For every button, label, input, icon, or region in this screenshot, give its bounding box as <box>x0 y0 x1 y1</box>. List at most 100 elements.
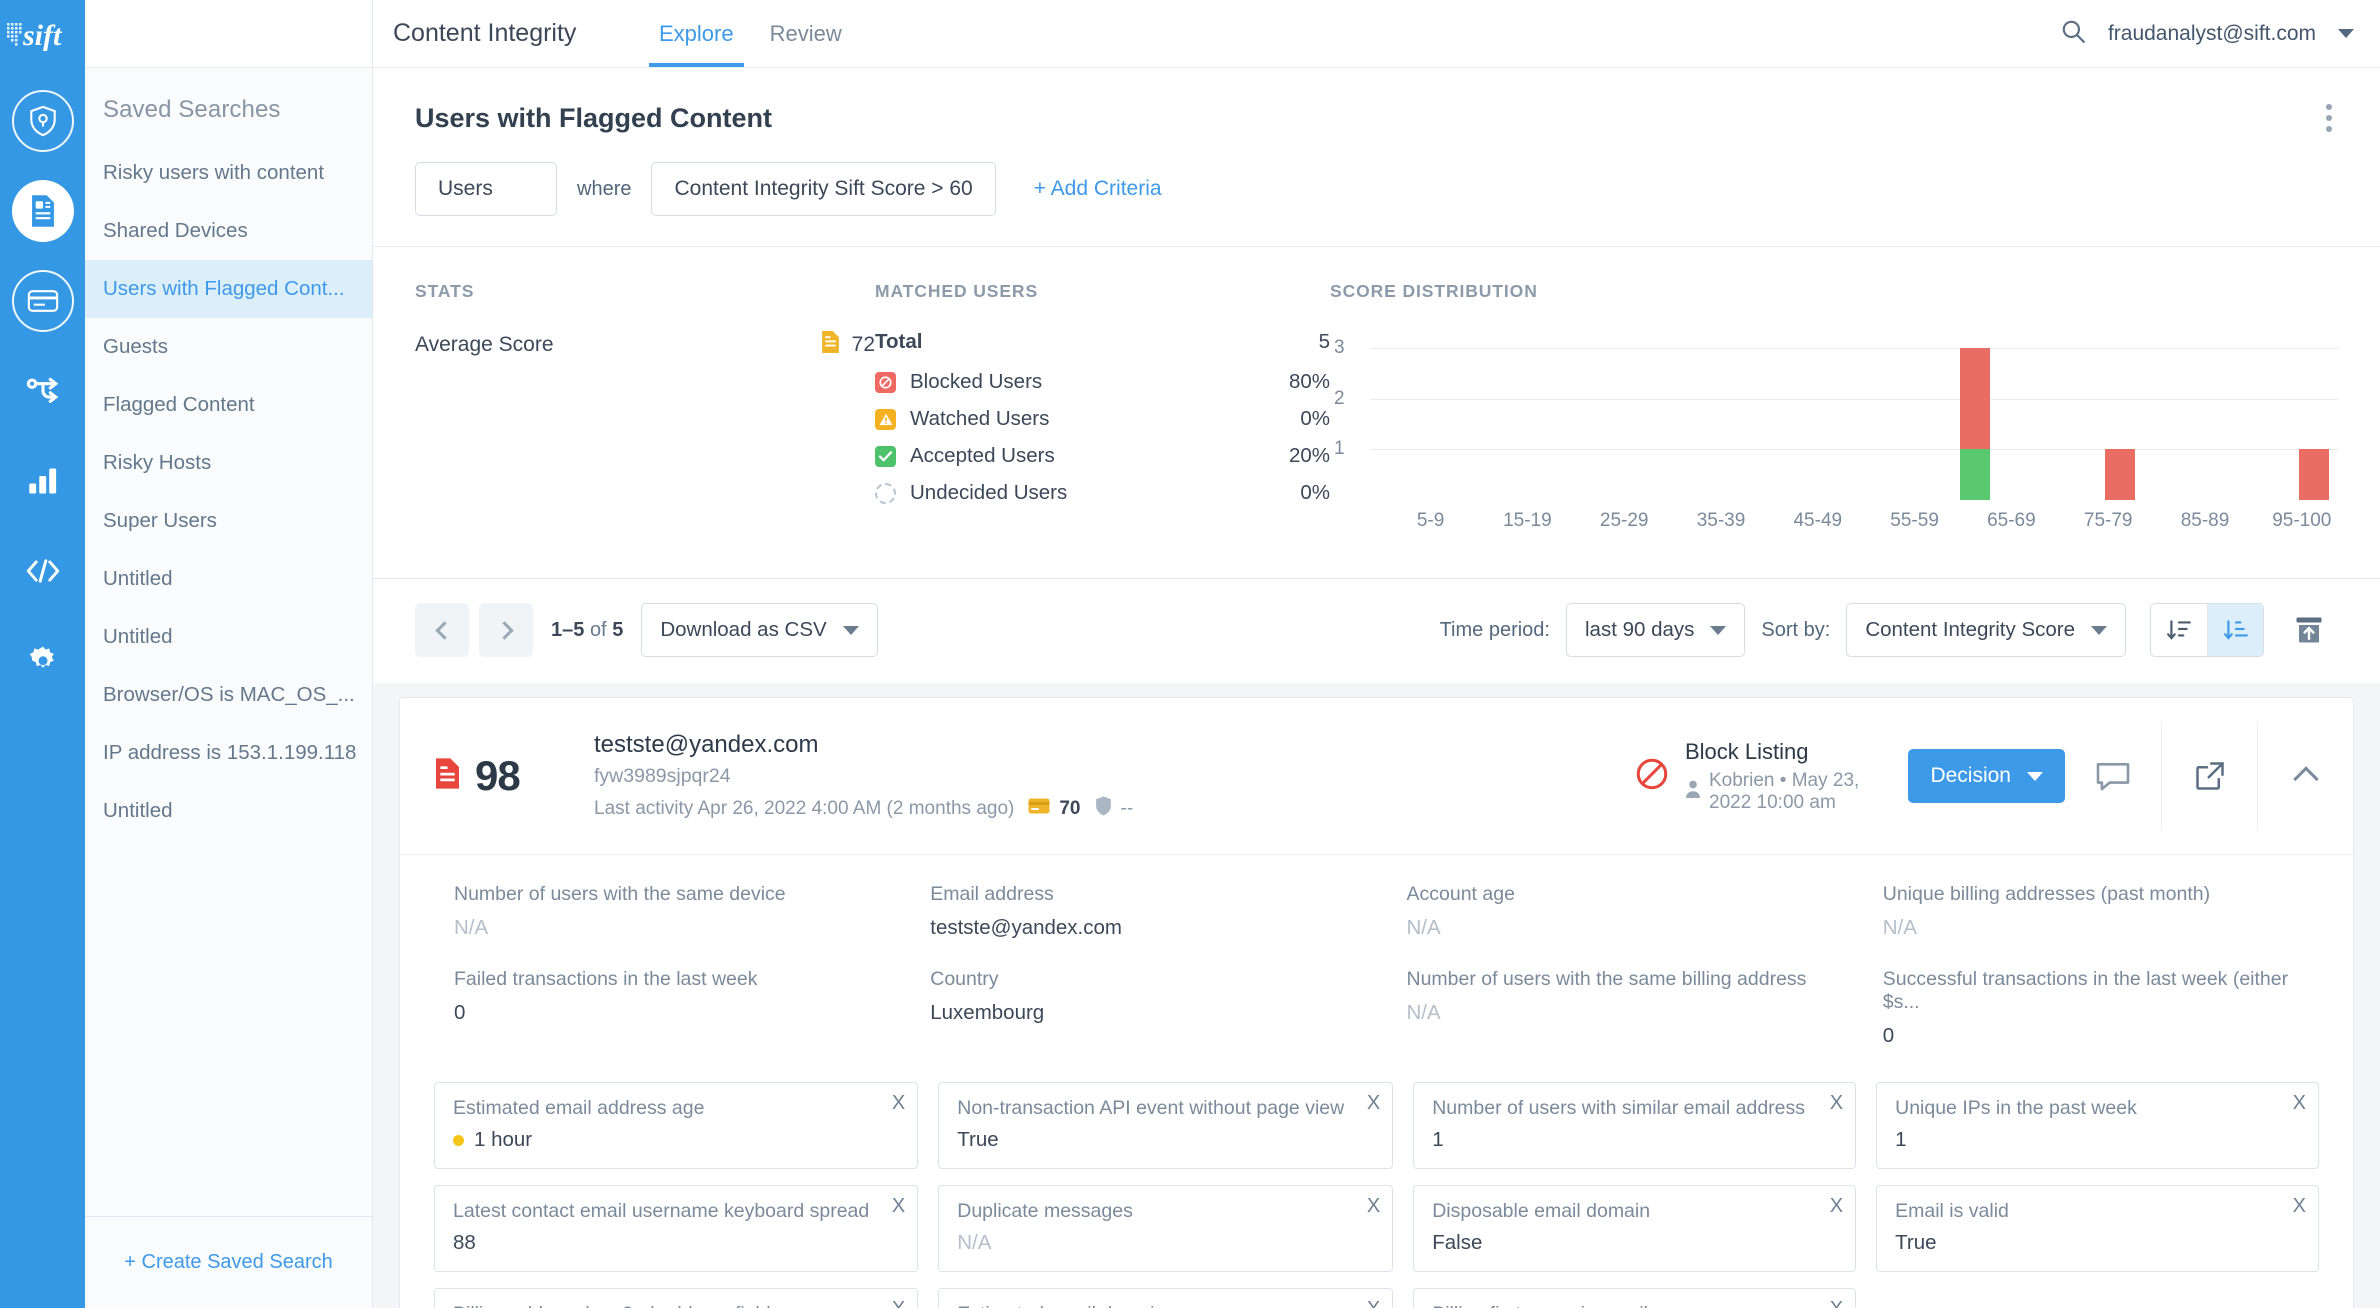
content-flag-icon <box>434 757 461 795</box>
svg-text:sift: sift <box>22 19 63 51</box>
attribute-value: 1 <box>1895 1128 1906 1152</box>
collapse-card-button[interactable] <box>2257 722 2353 830</box>
user-email[interactable]: testste@yandex.com <box>594 731 1635 759</box>
attribute-card: XDuplicate messagesN/A <box>938 1185 1393 1272</box>
add-attribute-button[interactable]: + Add Attribute <box>1876 1288 2319 1308</box>
sidebar-item[interactable]: Flagged Content <box>85 376 372 434</box>
remove-attribute-button[interactable]: X <box>1367 1196 1380 1216</box>
remove-attribute-button[interactable]: X <box>1830 1196 1843 1216</box>
rail-item-developer[interactable] <box>12 540 74 602</box>
attribute-key: Unique billing addresses (past month) <box>1883 883 2319 906</box>
open-external-button[interactable] <box>2161 722 2257 830</box>
time-period-select[interactable]: last 90 days <box>1566 603 1745 657</box>
create-saved-search-button[interactable]: + Create Saved Search <box>124 1251 332 1274</box>
remove-attribute-button[interactable]: X <box>2293 1196 2306 1216</box>
remove-attribute-button[interactable]: X <box>1830 1299 1843 1308</box>
stats-section-label: STATS <box>415 281 875 302</box>
sidebar-item[interactable]: Risky users with content <box>85 144 372 202</box>
payment-score-value: 70 <box>1059 798 1080 820</box>
sort-by-select[interactable]: Content Integrity Score <box>1846 603 2126 657</box>
user-email-label[interactable]: fraudanalyst@sift.com <box>2108 22 2316 46</box>
chart-bars <box>1370 330 2338 500</box>
payment-score-chip: 70 <box>1028 798 1080 820</box>
remove-attribute-button[interactable]: X <box>892 1093 905 1113</box>
rail-item-analytics[interactable] <box>12 450 74 512</box>
next-page-button[interactable] <box>479 603 533 657</box>
user-result-card: 98 testste@yandex.com fyw3989sjpqr24 Las… <box>399 697 2354 1308</box>
matched-row-value: 0% <box>1300 481 1330 505</box>
matched-row-label-wrap: Watched Users <box>875 407 1300 431</box>
sidebar-item[interactable]: Shared Devices <box>85 202 372 260</box>
sidebar-item[interactable]: Risky Hosts <box>85 434 372 492</box>
sidebar-item[interactable]: Super Users <box>85 492 372 550</box>
remove-attribute-button[interactable]: X <box>892 1196 905 1216</box>
remove-attribute-button[interactable]: X <box>2293 1093 2306 1113</box>
sift-logo[interactable]: sift <box>0 0 85 68</box>
user-card-body: Number of users with the same deviceN/A E… <box>400 855 2353 1308</box>
remove-attribute-button[interactable]: X <box>1830 1093 1843 1113</box>
time-period-value: last 90 days <box>1585 618 1694 642</box>
criteria-chip[interactable]: Content Integrity Sift Score > 60 <box>651 162 995 216</box>
attribute-card: XNon-transaction API event without page … <box>938 1082 1393 1169</box>
chevron-down-icon[interactable] <box>2338 29 2354 38</box>
attribute-field: Number of users with the same billing ad… <box>1387 968 1843 1076</box>
attribute-value-wrap: 1 <box>1895 1128 2300 1152</box>
attribute-value: True <box>1895 1231 1936 1255</box>
chevron-down-icon <box>2091 626 2107 635</box>
sidebar-item[interactable]: Users with Flagged Cont... <box>85 260 372 318</box>
chevron-right-icon <box>495 621 513 639</box>
add-criteria-button[interactable]: + Add Criteria <box>1034 177 1162 201</box>
attribute-key: Duplicate messages <box>957 1200 1374 1223</box>
attribute-card: XUnique IPs in the past week1 <box>1876 1082 2319 1169</box>
sidebar-item-label: Shared Devices <box>103 219 248 243</box>
attribute-key: Number of users with the same billing ad… <box>1407 968 1843 991</box>
decision-button[interactable]: Decision <box>1908 749 2065 803</box>
shield-icon <box>1095 796 1112 822</box>
sidebar-item[interactable]: Guests <box>85 318 372 376</box>
rail-item-workflows[interactable] <box>12 360 74 422</box>
matched-row: Watched Users0% <box>875 407 1330 431</box>
sidebar-item[interactable]: Untitled <box>85 782 372 840</box>
download-csv-button[interactable]: Download as CSV <box>641 603 877 657</box>
sidebar-item-label: Risky users with content <box>103 161 324 185</box>
sidebar-item[interactable]: IP address is 153.1.199.118 <box>85 724 372 782</box>
chevron-down-icon <box>2027 772 2043 781</box>
decision-text: Block Listing Kobrien • May 23, 2022 10:… <box>1685 739 1892 814</box>
plain-attribute-grid: Number of users with the same deviceN/AE… <box>434 883 2319 1076</box>
rail-item-account-defense[interactable] <box>12 90 74 152</box>
rail-item-settings[interactable] <box>12 630 74 692</box>
content-area: Users with Flagged Content Users where C… <box>373 68 2380 1308</box>
attribute-key: Account age <box>1407 883 1843 906</box>
sidebar-item[interactable]: Browser/OS is MAC_OS_... <box>85 666 372 724</box>
prev-page-button[interactable] <box>415 603 469 657</box>
attribute-value-wrap: 1 <box>1432 1128 1837 1152</box>
rail-item-content-integrity[interactable] <box>12 180 74 242</box>
attribute-key: Number of users with similar email addre… <box>1432 1097 1837 1120</box>
tab-review[interactable]: Review <box>752 0 860 67</box>
rail-item-payment-protection[interactable] <box>12 270 74 332</box>
remove-attribute-button[interactable]: X <box>892 1299 905 1308</box>
attribute-field: Successful transactions in the last week… <box>1863 968 2319 1076</box>
attribute-key: Country <box>930 968 1366 991</box>
entity-selector[interactable]: Users <box>415 162 557 216</box>
remove-attribute-button[interactable]: X <box>1367 1093 1380 1113</box>
tab-explore[interactable]: Explore <box>641 0 752 67</box>
sidebar-item[interactable]: Untitled <box>85 550 372 608</box>
user-card-header: 98 testste@yandex.com fyw3989sjpqr24 Las… <box>400 698 2353 855</box>
sort-ascending-button[interactable] <box>2151 604 2207 656</box>
attribute-key: Non-transaction API event without page v… <box>957 1097 1374 1120</box>
sort-descending-button[interactable] <box>2207 604 2263 656</box>
remove-attribute-button[interactable]: X <box>1367 1299 1380 1308</box>
sidebar-item[interactable]: Untitled <box>85 608 372 666</box>
person-icon <box>1685 780 1701 804</box>
export-upload-button[interactable] <box>2280 603 2338 657</box>
attribute-field: Number of users with the same deviceN/A <box>434 883 890 968</box>
chart-x-tick-label: 55-59 <box>1890 510 1939 532</box>
page-of-label: of <box>590 619 607 641</box>
more-vertical-icon[interactable] <box>2318 98 2340 138</box>
stat-label: Average Score <box>415 333 821 357</box>
search-icon[interactable] <box>2060 18 2086 49</box>
attribute-key: Email is valid <box>1895 1200 2300 1223</box>
comment-button[interactable] <box>2065 722 2161 830</box>
chart-bar-segment <box>1960 449 1990 500</box>
